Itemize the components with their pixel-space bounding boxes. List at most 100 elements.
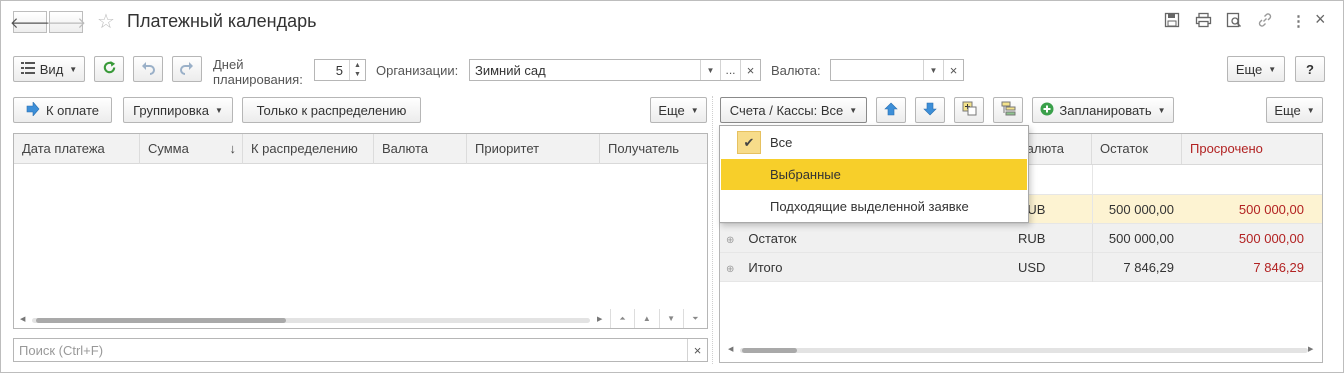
undo-button[interactable] <box>133 56 163 82</box>
to-pay-button-label: К оплате <box>45 102 100 118</box>
arrow-right-icon: 🡒 <box>45 14 87 32</box>
organization-dropdown-icon[interactable]: ▼ <box>700 60 720 80</box>
scroll-right-icon[interactable]: ▶ <box>597 315 602 323</box>
horizontal-scrollbar-right[interactable]: ◀ ▶ <box>720 344 1324 356</box>
to-pay-button[interactable]: К оплате <box>13 97 112 123</box>
expand-row-icon[interactable]: ⊕ <box>726 235 734 246</box>
search-clear-button[interactable]: × <box>687 339 707 361</box>
organization-clear-button[interactable]: × <box>740 60 760 80</box>
expand-all-button[interactable] <box>954 97 984 123</box>
plan-button[interactable]: Запланировать ▼ <box>1032 97 1174 123</box>
save-icon[interactable] <box>1164 12 1180 32</box>
row-currency: RUB <box>1018 231 1046 246</box>
row-currency: USD <box>1018 260 1046 275</box>
close-icon[interactable]: × <box>1315 9 1326 30</box>
expand-tree-icon <box>962 101 977 119</box>
undo-icon <box>141 61 155 78</box>
favorite-star-icon[interactable]: ☆ <box>97 9 115 34</box>
scrollbar-thumb[interactable] <box>742 348 797 353</box>
dropdown-item-selected[interactable]: Выбранные <box>721 159 1027 190</box>
accounts-filter-button[interactable]: Счета / Кассы: Все ▼ <box>720 97 867 123</box>
row-overdue: 7 846,29 <box>1253 260 1304 275</box>
scroll-right-icon[interactable]: ▶ <box>1308 345 1313 353</box>
collapse-tree-icon <box>1001 101 1016 119</box>
first-row-icon[interactable]: ⏶ <box>611 309 636 328</box>
checkmark-icon: ✔ <box>737 131 761 154</box>
print-icon[interactable] <box>1195 12 1212 32</box>
search-input[interactable]: Поиск (Ctrl+F) × <box>13 338 708 362</box>
dropdown-item-matching[interactable]: Подходящие выделенной заявке <box>721 191 1027 222</box>
column-header[interactable]: К распределению <box>243 134 374 164</box>
organization-field[interactable]: Зимний сад ▼ ... × <box>469 59 761 81</box>
horizontal-scrollbar-left[interactable]: ◀ ▶ <box>14 314 709 326</box>
organization-value: Зимний сад <box>475 62 546 78</box>
currency-dropdown-icon[interactable]: ▼ <box>923 60 943 80</box>
next-row-icon[interactable]: ▼ <box>660 309 684 328</box>
currency-clear-button[interactable]: × <box>943 60 963 80</box>
row-name: Итого <box>748 260 783 275</box>
column-header[interactable]: Просрочено <box>1182 134 1312 164</box>
move-down-button[interactable] <box>915 97 945 123</box>
row-balance: 7 846,29 <box>1092 253 1182 282</box>
organization-select-button[interactable]: ... <box>720 60 740 80</box>
last-row-icon[interactable]: ⏷ <box>684 309 707 328</box>
table-row[interactable]: ⊕ Остаток RUB 500 000,00 500 000,00 <box>720 224 1322 253</box>
chevron-down-icon: ▼ <box>1157 105 1166 115</box>
table-row[interactable]: ⊕ Итого USD 7 846,29 7 846,29 <box>720 253 1322 282</box>
more-button-top-label: Еще <box>1235 61 1263 77</box>
view-button-label: Вид <box>39 61 64 77</box>
row-name: Остаток <box>748 231 797 246</box>
forward-button[interactable]: 🡒 <box>45 11 87 33</box>
chevron-down-icon: ▼ <box>214 105 223 115</box>
help-button-label: ? <box>1306 61 1314 77</box>
preview-icon[interactable] <box>1226 12 1242 32</box>
chevron-down-icon: ▼ <box>849 105 858 115</box>
move-up-button[interactable] <box>876 97 906 123</box>
chevron-down-icon: ▼ <box>1268 64 1277 74</box>
chevron-down-icon: ▼ <box>1306 105 1315 115</box>
row-overdue: 500 000,00 <box>1238 202 1304 217</box>
previous-row-icon[interactable]: ▲ <box>635 309 660 328</box>
splitter[interactable] <box>712 96 713 364</box>
collapse-all-button[interactable] <box>993 97 1023 123</box>
days-planning-label: Дней планирования: <box>213 57 303 87</box>
column-header[interactable]: Валюта <box>374 134 467 164</box>
more-vertical-icon[interactable]: ⋮ <box>1291 12 1306 30</box>
dropdown-item-label: Подходящие выделенной заявке <box>770 199 969 214</box>
scroll-left-icon[interactable]: ◀ <box>728 345 733 353</box>
help-button[interactable]: ? <box>1295 56 1325 82</box>
expand-row-icon[interactable]: ⊕ <box>726 264 734 275</box>
grouping-button-label: Группировка <box>133 102 209 118</box>
dropdown-item-label: Выбранные <box>770 167 841 182</box>
redo-button[interactable] <box>172 56 202 82</box>
scrollbar-thumb[interactable] <box>36 318 286 323</box>
dropdown-item-all[interactable]: ✔ Все <box>721 127 1027 158</box>
more-button-left[interactable]: Еще ▼ <box>650 97 707 123</box>
back-button[interactable]: 🡐 <box>10 11 50 33</box>
more-button-top[interactable]: Еще ▼ <box>1227 56 1285 82</box>
only-distribution-button[interactable]: Только к распределению <box>242 97 421 123</box>
column-header[interactable]: Получатель <box>600 134 707 164</box>
payments-table[interactable]: Дата платежа Сумма ↓ К распределению Вал… <box>13 133 708 329</box>
column-header-sum[interactable]: Сумма ↓ <box>140 134 243 164</box>
days-planning-stepper[interactable]: 5 ▲ ▼ <box>314 59 366 81</box>
grouping-button[interactable]: Группировка ▼ <box>123 97 233 123</box>
accounts-filter-label: Счета / Кассы: Все <box>729 102 844 118</box>
more-button-right[interactable]: Еще ▼ <box>1266 97 1323 123</box>
plan-button-label: Запланировать <box>1059 102 1152 118</box>
refresh-button[interactable] <box>94 56 124 82</box>
add-green-icon <box>1040 102 1054 119</box>
currency-field[interactable]: ▼ × <box>830 59 964 81</box>
column-header[interactable]: Остаток <box>1092 134 1182 164</box>
list-view-icon <box>20 61 35 77</box>
column-header-label: Сумма <box>148 141 189 156</box>
column-header[interactable]: Приоритет <box>467 134 600 164</box>
column-header[interactable]: Дата платежа <box>14 134 140 164</box>
arrow-up-blue-icon <box>884 102 898 119</box>
view-button[interactable]: Вид ▼ <box>13 56 85 82</box>
row-balance: 500 000,00 <box>1092 195 1182 224</box>
link-icon[interactable] <box>1257 12 1273 32</box>
stepper-arrows-icon[interactable]: ▲ ▼ <box>349 60 365 80</box>
row-navigation-group: ⏶ ▲ ▼ ⏷ <box>610 309 707 328</box>
scroll-left-icon[interactable]: ◀ <box>20 315 25 323</box>
